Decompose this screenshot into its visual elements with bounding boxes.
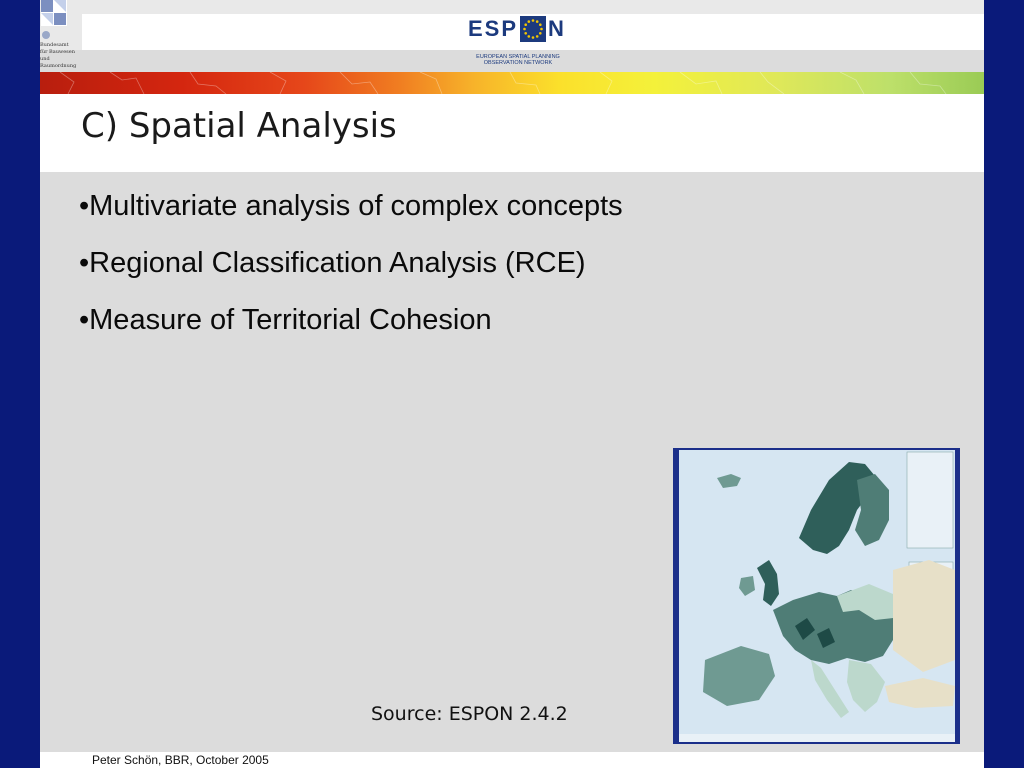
decorative-map-strip bbox=[40, 71, 984, 95]
espon-subtitle: EUROPEAN SPATIAL PLANNING OBSERVATION NE… bbox=[468, 54, 568, 66]
espon-star-circle-icon bbox=[520, 16, 547, 42]
institution-line: Raumordnung bbox=[40, 63, 77, 69]
bbr-logo: Bundesamt für Bauwesen und Raumordnung bbox=[40, 0, 82, 72]
institution-line: Bundesamt bbox=[40, 42, 69, 48]
bbr-squares-icon bbox=[41, 0, 67, 26]
europe-map-figure bbox=[673, 448, 960, 744]
footer-credit: Peter Schön, BBR, October 2005 bbox=[92, 753, 269, 767]
slide-title: C) Spatial Analysis bbox=[81, 106, 397, 146]
bullet-item: •Multivariate analysis of complex concep… bbox=[79, 190, 623, 222]
slide: Bundesamt für Bauwesen und Raumordnung E… bbox=[40, 0, 984, 768]
espon-logo: ESP N EUROPEAN SPATIAL PLANNING OBSERVAT bbox=[468, 10, 568, 68]
bullet-list: •Multivariate analysis of complex concep… bbox=[79, 182, 623, 353]
institution-name: Bundesamt für Bauwesen und Raumordnung bbox=[40, 42, 82, 70]
institution-line: für Bauwesen und bbox=[40, 49, 75, 62]
espon-word-right: N bbox=[548, 16, 566, 41]
espon-wordmark: ESP N bbox=[468, 14, 566, 44]
bullet-item: •Regional Classification Analysis (RCE) bbox=[79, 247, 586, 279]
bullet-item: •Measure of Territorial Cohesion bbox=[79, 304, 492, 336]
source-caption: Source: ESPON 2.4.2 bbox=[371, 703, 568, 725]
espon-subtitle-line: OBSERVATION NETWORK bbox=[483, 60, 553, 66]
espon-word-left: ESP bbox=[468, 16, 519, 41]
europe-map-icon bbox=[679, 450, 955, 742]
map-canvas bbox=[679, 450, 955, 742]
region-borders-pattern bbox=[59, 71, 947, 95]
eagle-seal-icon bbox=[42, 31, 50, 39]
